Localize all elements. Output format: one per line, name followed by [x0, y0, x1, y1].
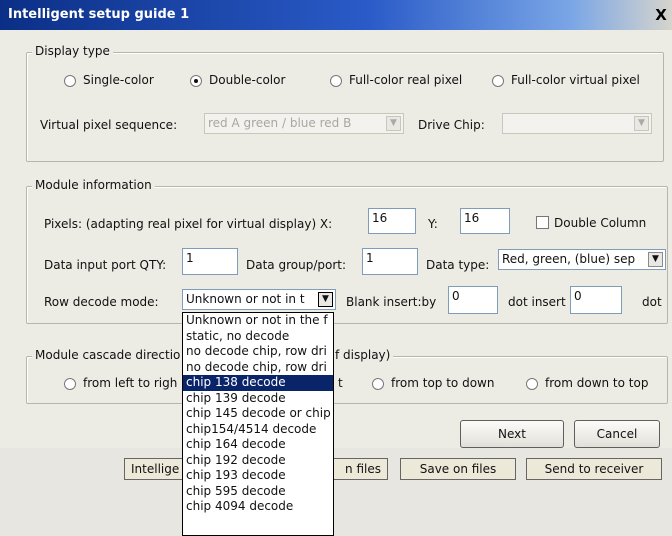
radio-full-color-real-label[interactable]: Full-color real pixel [349, 73, 462, 87]
row-decode-option[interactable]: chip 595 decode [183, 484, 333, 500]
radio-top-to-down-label[interactable]: from top to down [391, 376, 494, 390]
radio-single-color[interactable] [64, 75, 76, 87]
row-decode-option[interactable]: chip 145 decode or chip [183, 406, 333, 422]
chevron-down-icon[interactable]: ▼ [386, 116, 401, 131]
data-type-value: Red, green, (blue) sep [502, 252, 636, 266]
double-column-label[interactable]: Double Column [554, 216, 646, 230]
radio-full-color-virtual[interactable] [492, 75, 504, 87]
cancel-button[interactable]: Cancel [574, 420, 660, 448]
row-decode-option[interactable]: static, no decode [183, 329, 333, 345]
chevron-down-icon[interactable]: ▼ [648, 252, 663, 267]
radio-down-to-top-label[interactable]: from down to top [545, 376, 648, 390]
setup-dialog: Display type Single-color Double-color F… [0, 30, 672, 448]
radio-single-color-label[interactable]: Single-color [83, 73, 154, 87]
double-column-checkbox[interactable] [536, 216, 549, 229]
row-decode-value: Unknown or not in t [186, 292, 305, 306]
cascade-legend-end: f display) [334, 348, 394, 362]
chevron-down-icon[interactable]: ▼ [318, 292, 333, 307]
row-decode-option[interactable]: chip 138 decode [183, 375, 333, 391]
chevron-down-icon[interactable]: ▼ [634, 116, 649, 131]
radio-full-color-virtual-label[interactable]: Full-color virtual pixel [511, 73, 640, 87]
display-type-group [26, 52, 664, 162]
row-decode-option[interactable]: chip 192 decode [183, 453, 333, 469]
radio-right-to-left-label[interactable]: t [338, 376, 343, 390]
radio-full-color-real[interactable] [330, 75, 342, 87]
module-info-legend: Module information [32, 178, 155, 192]
virtual-pixel-label: Virtual pixel sequence: [40, 118, 178, 132]
row-decode-option[interactable]: no decode chip, row dri [183, 360, 333, 376]
radio-down-to-top[interactable] [526, 378, 538, 390]
data-input-field[interactable]: 1 [182, 248, 238, 275]
row-decode-option[interactable]: chip 139 decode [183, 391, 333, 407]
send-to-receiver-button[interactable]: Send to receiver [526, 458, 662, 480]
pixels-x-input[interactable]: 16 [368, 208, 416, 234]
pixels-y-label: Y: [428, 217, 438, 231]
cascade-legend: Module cascade directio [32, 348, 183, 362]
radio-left-to-right-label[interactable]: from left to righ [83, 376, 177, 390]
row-decode-option[interactable]: chip 164 decode [183, 437, 333, 453]
row-decode-option[interactable]: chip 4094 decode [183, 499, 333, 515]
row-decode-dropdown-list[interactable]: Unknown or not in the f static, no decode… [182, 312, 334, 536]
row-decode-option[interactable]: chip 193 decode [183, 468, 333, 484]
radio-left-to-right[interactable] [64, 378, 76, 390]
next-button[interactable]: Next [460, 420, 564, 448]
row-decode-option[interactable]: Unknown or not in the f [183, 313, 333, 329]
display-type-legend: Display type [32, 44, 113, 58]
radio-double-color-label[interactable]: Double-color [209, 73, 285, 87]
close-icon[interactable]: X [652, 6, 670, 24]
blank-insert-field[interactable]: 0 [448, 286, 498, 314]
dot-trailing-label: dot [642, 295, 662, 309]
row-decode-option[interactable]: chip154/4514 decode [183, 422, 333, 438]
row-decode-select[interactable]: Unknown or not in t [182, 289, 336, 310]
data-group-label: Data group/port: [246, 258, 347, 272]
radio-double-color[interactable] [190, 75, 202, 87]
drive-chip-label: Drive Chip: [418, 118, 485, 132]
drive-chip-select[interactable] [502, 113, 652, 134]
data-type-label: Data type: [426, 258, 490, 272]
data-group-field[interactable]: 1 [362, 248, 418, 275]
virtual-pixel-select[interactable]: red A green / blue red B [204, 113, 404, 134]
dot-insert-label: dot insert [508, 295, 566, 309]
data-input-label: Data input port QTY: [44, 258, 167, 272]
background-toolbar: Intellige n files Save on files Send to … [0, 448, 672, 536]
pixels-label: Pixels: (adapting real pixel for virtual… [44, 217, 333, 231]
row-decode-label: Row decode mode: [44, 295, 159, 309]
window-title: Intelligent setup guide 1 [8, 7, 190, 22]
dot-insert-field[interactable]: 0 [570, 286, 622, 314]
data-type-select[interactable]: Red, green, (blue) sep [498, 249, 666, 270]
virtual-pixel-value: red A green / blue red B [208, 116, 352, 130]
radio-top-to-down[interactable] [372, 378, 384, 390]
title-bar: Intelligent setup guide 1 X [0, 0, 672, 30]
pixels-y-input[interactable]: 16 [460, 208, 510, 234]
row-decode-option[interactable]: no decode chip, row dri [183, 344, 333, 360]
blank-insert-label: Blank insert:by [346, 295, 437, 309]
save-files-button[interactable]: Save on files [400, 458, 516, 480]
